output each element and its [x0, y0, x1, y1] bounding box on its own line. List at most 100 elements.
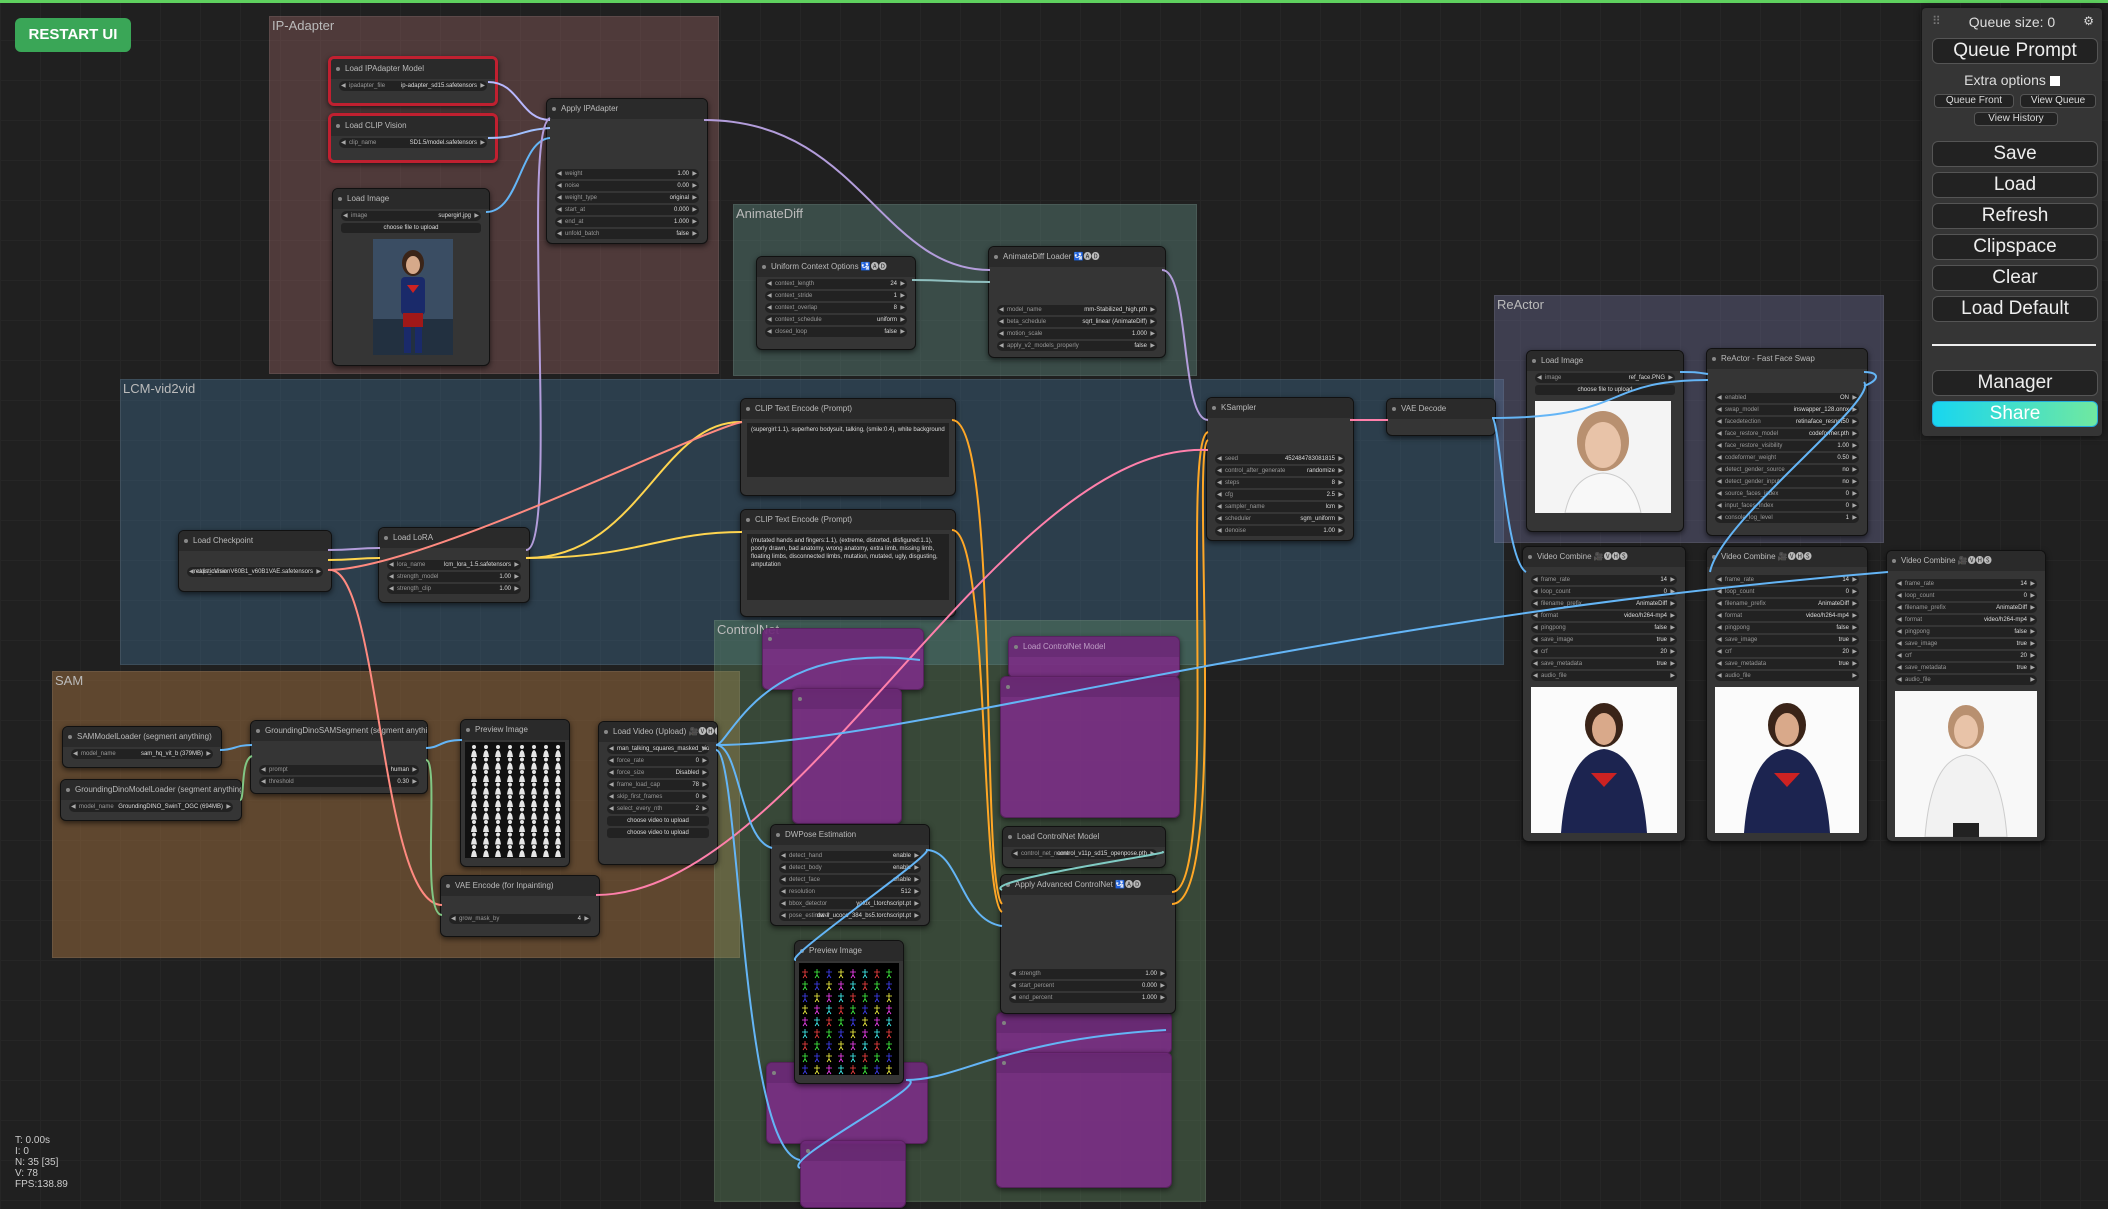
node-dwpose-estimation[interactable]: DWPose Estimation detect_handenable dete… — [770, 824, 930, 926]
widget-bbox-detector[interactable]: bbox_detector yolox_l.torchscript.pt — [779, 899, 921, 909]
node-ksampler[interactable]: KSampler seed 452484783081815 control_aft… — [1206, 397, 1354, 541]
widget-weight[interactable]: weight 1.00 — [555, 169, 699, 179]
node-clip-text-negative[interactable]: CLIP Text Encode (Prompt) (mutated hands… — [740, 509, 956, 617]
widget-apply-v2[interactable]: apply_v2_models_properly false — [997, 341, 1157, 351]
node-load-video-upload[interactable]: Load Video (Upload) 🎥🅥🅗🅢 man_talking_squ… — [598, 721, 718, 865]
bypassed-node[interactable] — [800, 1140, 906, 1208]
queue-front-button[interactable]: Queue Front — [1934, 94, 2014, 108]
widget-audio-file[interactable]: audio_file — [1715, 671, 1859, 681]
node-groundingdino-loader[interactable]: GroundingDinoModelLoader (segment anythi… — [60, 779, 242, 821]
widget-image[interactable]: image supergirl.jpg — [341, 211, 481, 221]
bypassed-node[interactable] — [762, 628, 924, 690]
widget-loop-count[interactable]: loop_count 0 — [1715, 587, 1859, 597]
widget-cfg[interactable]: cfg 2.5 — [1215, 490, 1345, 500]
gear-icon[interactable]: ⚙ — [2083, 14, 2094, 28]
widget-save-image[interactable]: save_image true — [1715, 635, 1859, 645]
refresh-button[interactable]: Refresh — [1932, 203, 2098, 229]
restart-ui-button[interactable]: RESTART UI — [15, 18, 131, 52]
widget-pingpong[interactable]: pingpong false — [1715, 623, 1859, 633]
widget-source-faces-index[interactable]: source_faces_index 0 — [1715, 489, 1859, 499]
widget-force-rate[interactable]: force_rate 0 — [607, 756, 709, 766]
widget-start-percent[interactable]: start_percent 0.000 — [1009, 981, 1167, 991]
widget-pingpong[interactable]: pingpong false — [1531, 623, 1677, 633]
widget-audio-file[interactable]: audio_file — [1895, 675, 2037, 685]
widget-frame-rate[interactable]: frame_rate 14 — [1715, 575, 1859, 585]
node-apply-advanced-controlnet[interactable]: Apply Advanced ControlNet 🛂🅐🅓 strength 1.… — [1000, 874, 1176, 1014]
widget-filename-prefix[interactable]: filename_prefix AnimateDiff — [1895, 603, 2037, 613]
widget-unfold-batch[interactable]: unfold_batch false — [555, 229, 699, 239]
widget-enabled[interactable]: enabled ON — [1715, 393, 1859, 403]
upload-video-button[interactable]: choose video to upload — [607, 828, 709, 838]
node-load-image-ip[interactable]: Load Image image supergirl.jpg choose fil… — [332, 188, 490, 366]
clear-button[interactable]: Clear — [1932, 265, 2098, 291]
widget-input-faces-index[interactable]: input_faces_index 0 — [1715, 501, 1859, 511]
node-load-ipadapter-model[interactable]: Load IPAdapter Model ipadapter_file ip-ad… — [328, 56, 498, 106]
node-load-controlnet-model[interactable]: Load ControlNet Model control_net_nameco… — [1002, 826, 1166, 868]
node-clip-text-positive[interactable]: CLIP Text Encode (Prompt) (supergirl:1.1… — [740, 398, 956, 496]
upload-button[interactable]: choose file to upload — [341, 223, 481, 233]
node-preview-image-2[interactable]: Preview Image — [794, 940, 904, 1084]
widget-filename-prefix[interactable]: filename_prefix AnimateDiff — [1531, 599, 1677, 609]
widget-scheduler[interactable]: scheduler sgm_uniform — [1215, 514, 1345, 524]
node-load-clip-vision[interactable]: Load CLIP Vision clip_name SD1.5/model.sa… — [328, 113, 498, 163]
widget-pose-estimator[interactable]: pose_estimatordw-ll_ucoco_384_bs5.torchs… — [779, 911, 921, 921]
widget-video[interactable]: man_talking_squares_masked_video.mp4 — [607, 744, 709, 754]
widget-loop-count[interactable]: loop_count 0 — [1531, 587, 1677, 597]
widget-frame-rate[interactable]: frame_rate 14 — [1895, 579, 2037, 589]
widget-control-after-generate[interactable]: control_after_generate randomize — [1215, 466, 1345, 476]
widget-seed[interactable]: seed 452484783081815 — [1215, 454, 1345, 464]
widget-image[interactable]: image ref_face.PNG — [1535, 373, 1675, 383]
widget-detect-gender-input[interactable]: detect_gender_input no — [1715, 477, 1859, 487]
node-vae-decode[interactable]: VAE Decode — [1386, 398, 1496, 436]
widget-context-overlap[interactable]: context_overlap 8 — [765, 303, 907, 313]
save-button[interactable]: Save — [1932, 141, 2098, 167]
widget-context-length[interactable]: context_length 24 — [765, 279, 907, 289]
upload-video-button[interactable]: choose video to upload — [607, 816, 709, 826]
node-load-lora[interactable]: Load LoRA lora_name lcm_lora_1.5.safetens… — [378, 527, 530, 603]
node-apply-ipadapter[interactable]: Apply IPAdapter weight 1.00 noise 0.00 wei… — [546, 98, 708, 244]
widget-control-net-name[interactable]: control_net_namecontrol_v11p_sd15_openpo… — [1011, 849, 1157, 859]
node-vae-encode-inpainting[interactable]: VAE Encode (for Inpainting) grow_mask_by… — [440, 875, 600, 937]
widget-closed-loop[interactable]: closed_loop false — [765, 327, 907, 337]
widget-crf[interactable]: crf 20 — [1895, 651, 2037, 661]
widget-steps[interactable]: steps 8 — [1215, 478, 1345, 488]
widget-clip-name[interactable]: clip_name SD1.5/model.safetensors — [339, 138, 487, 148]
widget-select-every-nth[interactable]: select_every_nth 2 — [607, 804, 709, 814]
widget-prompt[interactable]: prompt human — [259, 765, 419, 775]
node-sam-model-loader[interactable]: SAMModelLoader (segment anything) model_… — [62, 726, 222, 768]
prompt-textarea[interactable]: (mutated hands and fingers:1.1), (extrem… — [747, 534, 949, 600]
node-reactor-load-image[interactable]: Load Image image ref_face.PNG choose file… — [1526, 350, 1684, 532]
widget-denoise[interactable]: denoise 1.00 — [1215, 526, 1345, 536]
share-button[interactable]: Share — [1932, 401, 2098, 427]
node-reactor-fast-face-swap[interactable]: ReActor - Fast Face Swap enabled ON swap_… — [1706, 348, 1868, 536]
widget-facedetection[interactable]: facedetection retinaface_resnet50 — [1715, 417, 1859, 427]
widget-beta-schedule[interactable]: beta_schedule sqrt_linear (AnimateDiff) — [997, 317, 1157, 327]
node-load-checkpoint[interactable]: Load Checkpoint ckpt_namerealisticVision… — [178, 530, 332, 592]
widget-lora-name[interactable]: lora_name lcm_lora_1.5.safetensors — [387, 560, 521, 570]
widget-save-metadata[interactable]: save_metadata true — [1715, 659, 1859, 669]
widget-crf[interactable]: crf 20 — [1531, 647, 1677, 657]
view-queue-button[interactable]: View Queue — [2020, 94, 2096, 108]
node-video-combine-2[interactable]: Video Combine 🎥🅥🅗🅢 frame_rate 14 loop_cou… — [1706, 546, 1868, 842]
widget-swap-model[interactable]: swap_model inswapper_128.onnx — [1715, 405, 1859, 415]
widget-save-image[interactable]: save_image true — [1531, 635, 1677, 645]
widget-force-size[interactable]: force_size Disabled — [607, 768, 709, 778]
widget-audio-file[interactable]: audio_file — [1531, 671, 1677, 681]
widget-format[interactable]: format video/h264-mp4 — [1895, 615, 2037, 625]
widget-noise[interactable]: noise 0.00 — [555, 181, 699, 191]
widget-face-restore-model[interactable]: face_restore_model codeformer.pth — [1715, 429, 1859, 439]
bypassed-node[interactable] — [996, 1052, 1172, 1188]
extra-options-checkbox[interactable] — [2049, 76, 2060, 87]
node-video-combine-1[interactable]: Video Combine 🎥🅥🅗🅢 frame_rate 14 loop_cou… — [1522, 546, 1686, 842]
bypassed-node[interactable] — [792, 688, 902, 824]
widget-motion-scale[interactable]: motion_scale 1.000 — [997, 329, 1157, 339]
widget-detect-gender-source[interactable]: detect_gender_source no — [1715, 465, 1859, 475]
bypassed-controlnet-loader[interactable]: Load ControlNet Model — [1008, 636, 1180, 678]
load-button[interactable]: Load — [1932, 172, 2098, 198]
view-history-button[interactable]: View History — [1974, 112, 2058, 126]
node-animatediff-loader[interactable]: AnimateDiff Loader 🛂🅐🅓 model_name mm-Stab… — [988, 246, 1166, 358]
widget-context-stride[interactable]: context_stride 1 — [765, 291, 907, 301]
widget-save-metadata[interactable]: save_metadata true — [1895, 663, 2037, 673]
widget-detect-hand[interactable]: detect_hand enable — [779, 851, 921, 861]
widget-context-schedule[interactable]: context_schedule uniform — [765, 315, 907, 325]
